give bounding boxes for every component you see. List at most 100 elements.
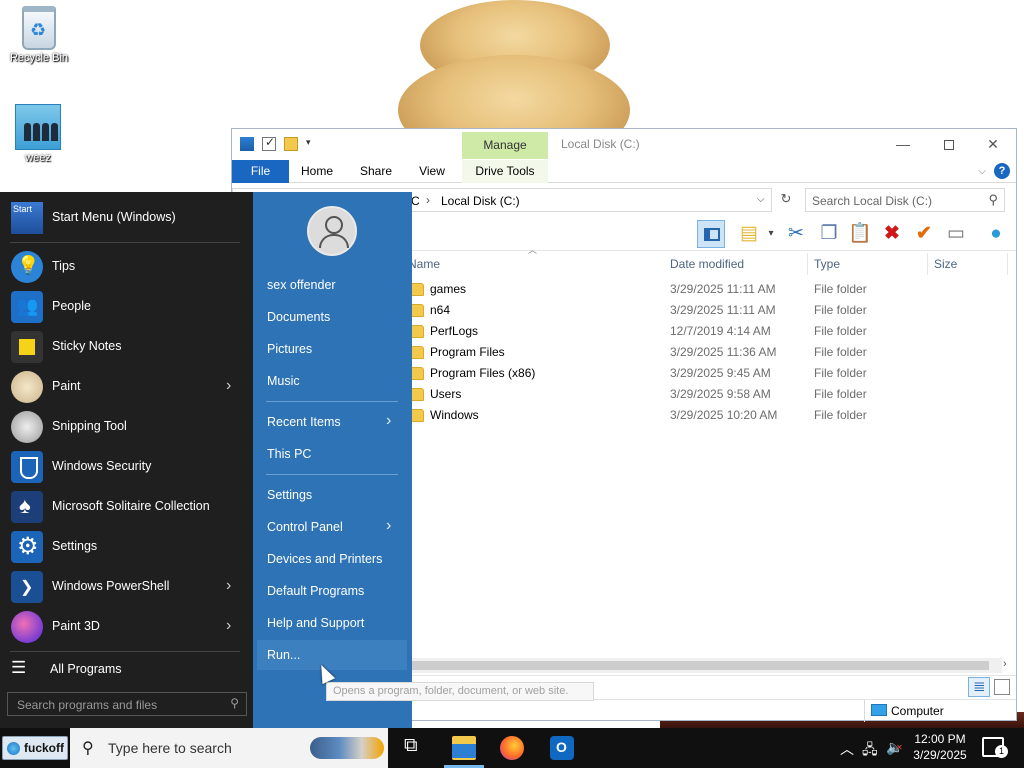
- copy-icon[interactable]: ❐: [815, 220, 843, 248]
- file-explorer-icon[interactable]: [452, 736, 476, 760]
- program-settings[interactable]: Settings: [0, 527, 253, 567]
- address-dropdown-icon[interactable]: ⌵: [757, 194, 765, 205]
- chevron-right-icon[interactable]: ›: [226, 377, 231, 395]
- tab-share[interactable]: Share: [345, 160, 407, 183]
- details-view-button[interactable]: [968, 677, 990, 697]
- checkmark-icon[interactable]: ✔: [910, 220, 938, 248]
- chevron-right-icon[interactable]: ›: [386, 412, 391, 430]
- large-icons-view-button[interactable]: [994, 679, 1010, 695]
- refresh-icon[interactable]: ↻: [775, 191, 797, 209]
- scissors-icon[interactable]: ✂: [782, 220, 810, 248]
- firefox-icon[interactable]: [500, 736, 524, 760]
- program-windows-security[interactable]: Windows Security: [0, 447, 253, 487]
- program-start-menu-windows[interactable]: Start Start Menu (Windows): [0, 198, 253, 238]
- tab-view[interactable]: View: [407, 160, 457, 183]
- place-settings[interactable]: Settings: [253, 480, 412, 510]
- properties-icon[interactable]: [240, 137, 254, 151]
- file-row[interactable]: PerfLogs 12/7/2019 4:14 AM File folder: [408, 321, 1008, 342]
- minimize-button[interactable]: —: [880, 133, 926, 155]
- status-location: Computer: [864, 700, 1016, 722]
- file-row[interactable]: n64 3/29/2025 11:11 AM File folder: [408, 300, 1008, 321]
- help-icon[interactable]: ?: [994, 163, 1010, 179]
- scrollbar-thumb[interactable]: [402, 661, 989, 670]
- run-tooltip: Opens a program, folder, document, or we…: [326, 682, 594, 701]
- new-item-button[interactable]: ▤: [735, 220, 763, 248]
- program-people[interactable]: People: [0, 287, 253, 327]
- chevron-right-icon[interactable]: ›: [386, 517, 391, 535]
- desktop-icon-weez[interactable]: weez: [2, 104, 74, 164]
- start-orb-icon: [7, 742, 20, 755]
- file-row[interactable]: Program Files 3/29/2025 11:36 AM File fo…: [408, 342, 1008, 363]
- notification-center-icon[interactable]: 1: [982, 737, 1008, 758]
- file-row[interactable]: Users 3/29/2025 9:58 AM File folder: [408, 384, 1008, 405]
- program-paint-3d[interactable]: Paint 3D ›: [0, 607, 253, 647]
- place-recent-items[interactable]: Recent Items ›: [253, 407, 412, 437]
- start-button[interactable]: fuckoff: [2, 736, 68, 760]
- volume-muted-icon[interactable]: 🔈: [886, 739, 903, 756]
- user-avatar[interactable]: [307, 206, 357, 256]
- tab-file[interactable]: File: [232, 160, 289, 183]
- column-header-name[interactable]: Name: [402, 253, 665, 275]
- place-control-panel[interactable]: Control Panel ›: [253, 512, 412, 542]
- tab-manage[interactable]: Manage: [462, 132, 548, 159]
- checkbox-icon[interactable]: [262, 135, 276, 151]
- task-view-icon[interactable]: [402, 735, 426, 760]
- chevron-right-icon[interactable]: ›: [226, 577, 231, 595]
- horizontal-scrollbar[interactable]: [402, 658, 1002, 673]
- breadcrumb-separator-icon[interactable]: ›: [426, 193, 430, 207]
- program-snipping-tool[interactable]: Snipping Tool: [0, 407, 253, 447]
- globe-icon[interactable]: ●: [982, 220, 1010, 248]
- chevron-down-icon[interactable]: ⌵: [978, 166, 986, 177]
- new-folder-icon[interactable]: [284, 137, 298, 151]
- file-row[interactable]: Windows 3/29/2025 10:20 AM File folder: [408, 405, 1008, 426]
- chevron-right-icon[interactable]: ›: [226, 617, 231, 635]
- outlook-icon[interactable]: [550, 736, 574, 760]
- new-item-dropdown-icon[interactable]: ▾: [764, 220, 778, 248]
- program-sticky-notes[interactable]: Sticky Notes: [0, 327, 253, 367]
- taskbar-search-box[interactable]: ⚲ Type here to search: [70, 728, 388, 768]
- album-art-icon: [15, 104, 61, 150]
- place-user[interactable]: sex offender: [253, 270, 412, 300]
- network-icon[interactable]: 🖧: [862, 739, 878, 763]
- scroll-right-icon[interactable]: ›: [1003, 658, 1007, 670]
- close-button[interactable]: ✕: [970, 133, 1016, 155]
- place-help-support[interactable]: Help and Support: [253, 608, 412, 638]
- start-search-input[interactable]: Search programs and files ⚲: [7, 692, 247, 716]
- place-devices-printers[interactable]: Devices and Printers: [253, 544, 412, 574]
- program-solitaire[interactable]: Microsoft Solitaire Collection: [0, 487, 253, 527]
- file-row[interactable]: Program Files (x86) 3/29/2025 9:45 AM Fi…: [408, 363, 1008, 384]
- clipboard-icon[interactable]: 📋: [846, 220, 874, 248]
- customize-dropdown-icon[interactable]: ▾: [306, 137, 314, 151]
- rename-icon[interactable]: ▭: [942, 220, 970, 248]
- all-programs-label: All Programs: [50, 662, 122, 676]
- column-header-type[interactable]: Type: [808, 253, 928, 275]
- maximize-icon: [944, 140, 954, 151]
- place-default-programs[interactable]: Default Programs: [253, 576, 412, 606]
- tab-drive-tools[interactable]: Drive Tools: [462, 160, 548, 183]
- place-run[interactable]: Run...: [257, 640, 407, 670]
- program-powershell[interactable]: Windows PowerShell ›: [0, 567, 253, 607]
- search-input[interactable]: Search Local Disk (C:) ⚲: [805, 188, 1005, 212]
- place-this-pc[interactable]: This PC: [253, 439, 412, 469]
- program-paint[interactable]: Paint ›: [0, 367, 253, 407]
- maximize-button[interactable]: [926, 133, 972, 155]
- delete-icon[interactable]: ✖: [878, 220, 906, 248]
- place-label: Music: [267, 374, 300, 388]
- breadcrumb-location[interactable]: Local Disk (C:): [441, 194, 520, 208]
- column-header-size[interactable]: Size: [928, 253, 1008, 275]
- system-clock[interactable]: 12:00 PM 3/29/2025: [908, 731, 972, 763]
- all-programs-button[interactable]: All Programs: [0, 650, 253, 690]
- column-header-date-modified[interactable]: Date modified: [664, 253, 808, 275]
- file-row[interactable]: games 3/29/2025 11:11 AM File folder: [408, 279, 1008, 300]
- preview-pane-button[interactable]: [697, 220, 725, 248]
- place-documents[interactable]: Documents: [253, 302, 412, 332]
- desktop-icon-recycle-bin[interactable]: Recycle Bin: [3, 6, 75, 64]
- title-bar[interactable]: ▾ Manage Local Disk (C:) — ✕: [232, 129, 1016, 160]
- program-tips[interactable]: Tips: [0, 247, 253, 287]
- chevron-up-icon[interactable]: ︿: [840, 739, 854, 759]
- cards-icon: [11, 491, 43, 523]
- place-pictures[interactable]: Pictures: [253, 334, 412, 364]
- tab-home[interactable]: Home: [289, 160, 345, 183]
- place-music[interactable]: Music: [253, 366, 412, 396]
- search-highlight-image[interactable]: [310, 737, 384, 759]
